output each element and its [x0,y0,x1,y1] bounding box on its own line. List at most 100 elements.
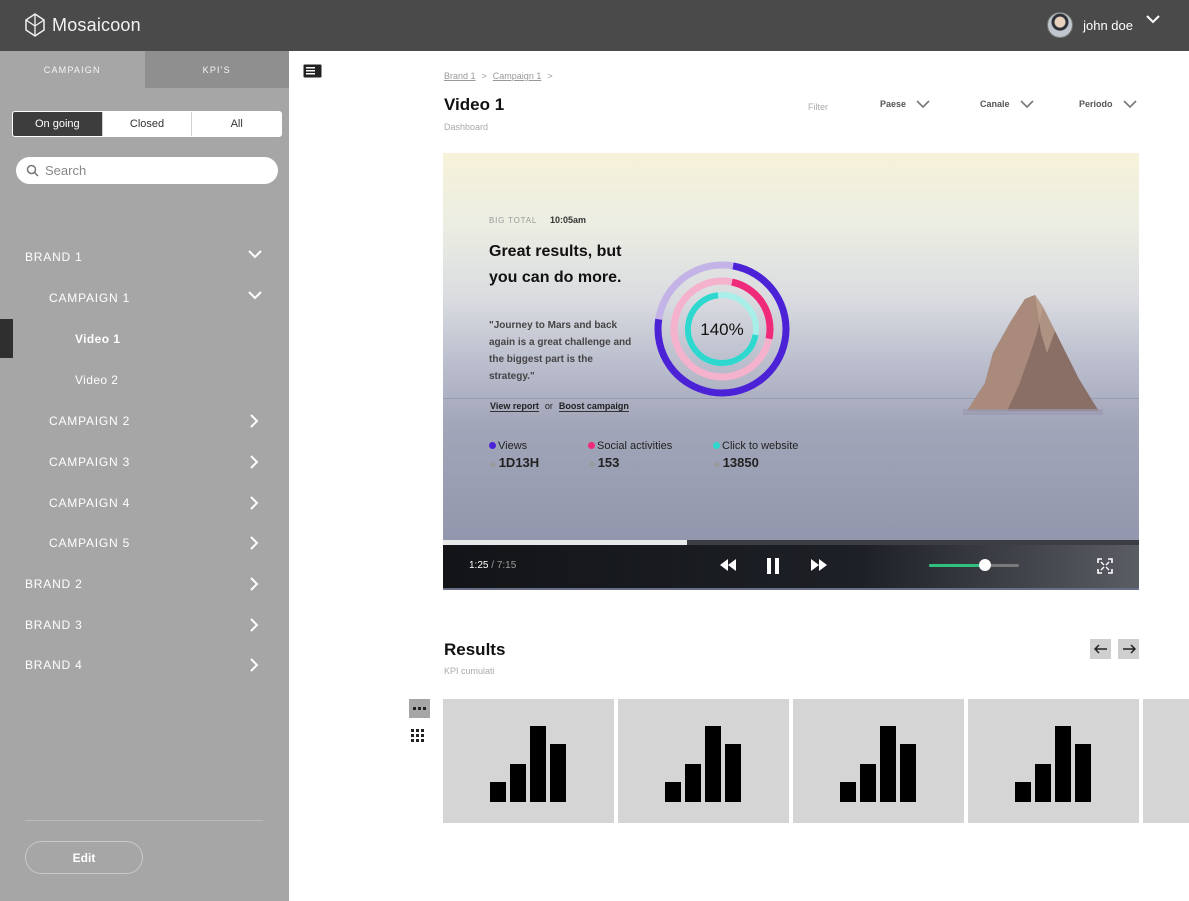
results-title: Results [444,640,506,659]
bar-chart-icon [490,726,566,802]
carousel-view-toggle[interactable] [409,699,430,718]
stat-label: Views [498,440,528,452]
tree-campaign-3[interactable]: CAMPAIGN 3 [0,442,289,482]
breadcrumb-campaign-1[interactable]: Campaign 1 [493,71,542,81]
rewind-icon[interactable] [719,557,737,573]
app-name: Mosaicoon [52,14,141,35]
tree-brand-2[interactable]: BRAND 2 [0,564,289,604]
tree-campaign-1[interactable]: CAMPAIGN 1 [0,278,289,318]
tree-campaign-5[interactable]: CAMPAIGN 5 [0,523,289,563]
chevron-right-icon [250,414,259,428]
page-subtitle: Dashboard [444,122,489,132]
overlay-time: 10:05am [550,215,587,225]
chevron-right-icon [250,658,259,672]
sidebar-tabs: CAMPAIGN KPI'S [0,51,289,88]
fast-forward-icon[interactable] [810,557,828,573]
tree-label: BRAND 1 [25,250,83,264]
edit-button[interactable]: Edit [25,841,143,874]
stat-value: 1D13H [498,455,540,470]
volume-knob[interactable] [978,559,991,571]
tree-brand-1[interactable]: BRAND 1 [0,237,289,277]
tree-label: BRAND 4 [25,658,83,672]
stat-label: Click to website [722,440,799,452]
arrow-right-icon [1122,644,1136,654]
stat-clicks: Click to website ◈ 13850 [713,440,798,470]
clicks-dot [713,442,720,449]
filter-closed-button[interactable]: Closed [101,112,192,136]
kpi-ring-gauge: 140% [654,261,790,397]
fullscreen-icon[interactable] [1097,558,1113,574]
time-display: 1:25 / 7:15 [469,560,517,571]
chevron-right-icon [250,618,259,632]
volume-fill [929,564,985,567]
avatar [1047,12,1074,38]
breadcrumb-separator: > [547,71,553,81]
kpi-card[interactable] [618,699,789,823]
app-logo[interactable]: Mosaicoon [24,12,141,38]
bar-chart-icon [665,726,741,802]
search-box [16,157,278,184]
total-time: 7:15 [496,560,517,571]
kpi-card-partial[interactable] [1143,699,1189,823]
breadcrumb-brand-1[interactable]: Brand 1 [444,71,476,81]
big-total-label: BIG TOTAL [489,216,538,225]
chevron-down-icon [248,250,262,259]
tab-campaign[interactable]: CAMPAIGN [0,51,145,88]
player-controls: 1:25 / 7:15 [443,545,1139,590]
search-icon [26,164,39,177]
tree-label: BRAND 3 [25,618,83,632]
chevron-right-icon [250,536,259,550]
kpi-card[interactable] [443,699,614,823]
sidebar: CAMPAIGN KPI'S On going Closed All BRAND… [0,51,289,901]
pin-icon: ◈ [588,459,596,470]
chevron-right-icon [250,496,259,510]
tree-brand-4[interactable]: BRAND 4 [0,645,289,685]
status-filter: On going Closed All [12,111,282,137]
tree-label: BRAND 2 [25,577,83,591]
dropdown-paese[interactable]: Paese [880,99,930,109]
search-input[interactable] [45,163,255,178]
breadcrumb: Brand 1 > Campaign 1 > [444,71,553,81]
view-report-link[interactable]: View report [490,401,539,412]
next-button[interactable] [1118,639,1139,659]
tree-video-1[interactable]: Video 1 [0,319,289,359]
stat-value: 13850 [722,455,759,470]
dropdown-periodo[interactable]: Periodo [1079,99,1137,109]
results-subtitle: KPI cumulati [444,666,495,676]
tree-label: CAMPAIGN 1 [49,291,131,305]
pin-icon: ◈ [489,459,497,470]
tab-kpis[interactable]: KPI'S [144,51,289,88]
kpi-card[interactable] [793,699,964,823]
breadcrumb-separator: > [481,71,487,81]
pause-icon[interactable] [766,557,780,575]
stat-value: 153 [597,455,620,470]
list-view-icon[interactable] [303,64,322,78]
kpi-card[interactable] [968,699,1139,823]
grid-view-icon[interactable] [411,729,425,743]
arrow-left-icon [1093,644,1107,654]
user-menu[interactable]: john doe [1047,12,1160,38]
volume-slider[interactable] [929,559,1019,571]
sidebar-divider [25,820,263,821]
stat-views: Views ◈ 1D13H [489,440,539,470]
mosaicoon-logo-icon [25,13,45,37]
chevron-down-icon [1122,99,1137,108]
chevron-down-icon [1146,15,1160,24]
user-name: john doe [1083,17,1133,33]
video-player-frame[interactable]: BIG TOTAL 10:05am Great results, but you… [443,153,1139,540]
tree-campaign-2[interactable]: CAMPAIGN 2 [0,401,289,441]
prev-button[interactable] [1090,639,1111,659]
tree-label: CAMPAIGN 3 [49,455,131,469]
stat-social: Social activities ◈ 153 [588,440,672,470]
bar-chart-icon [1015,726,1091,802]
tree-video-2[interactable]: Video 2 [0,360,289,400]
filter-ongoing-button[interactable]: On going [13,112,102,136]
chevron-down-icon [1019,99,1034,108]
dropdown-canale[interactable]: Canale [980,99,1034,109]
filter-all-button[interactable]: All [191,112,281,136]
tree-campaign-4[interactable]: CAMPAIGN 4 [0,483,289,523]
boost-campaign-link[interactable]: Boost campaign [558,401,629,412]
tree-label: Video 1 [75,332,121,346]
tree-brand-3[interactable]: BRAND 3 [0,605,289,645]
overlay-links: View report or Boost campaign [490,401,629,412]
